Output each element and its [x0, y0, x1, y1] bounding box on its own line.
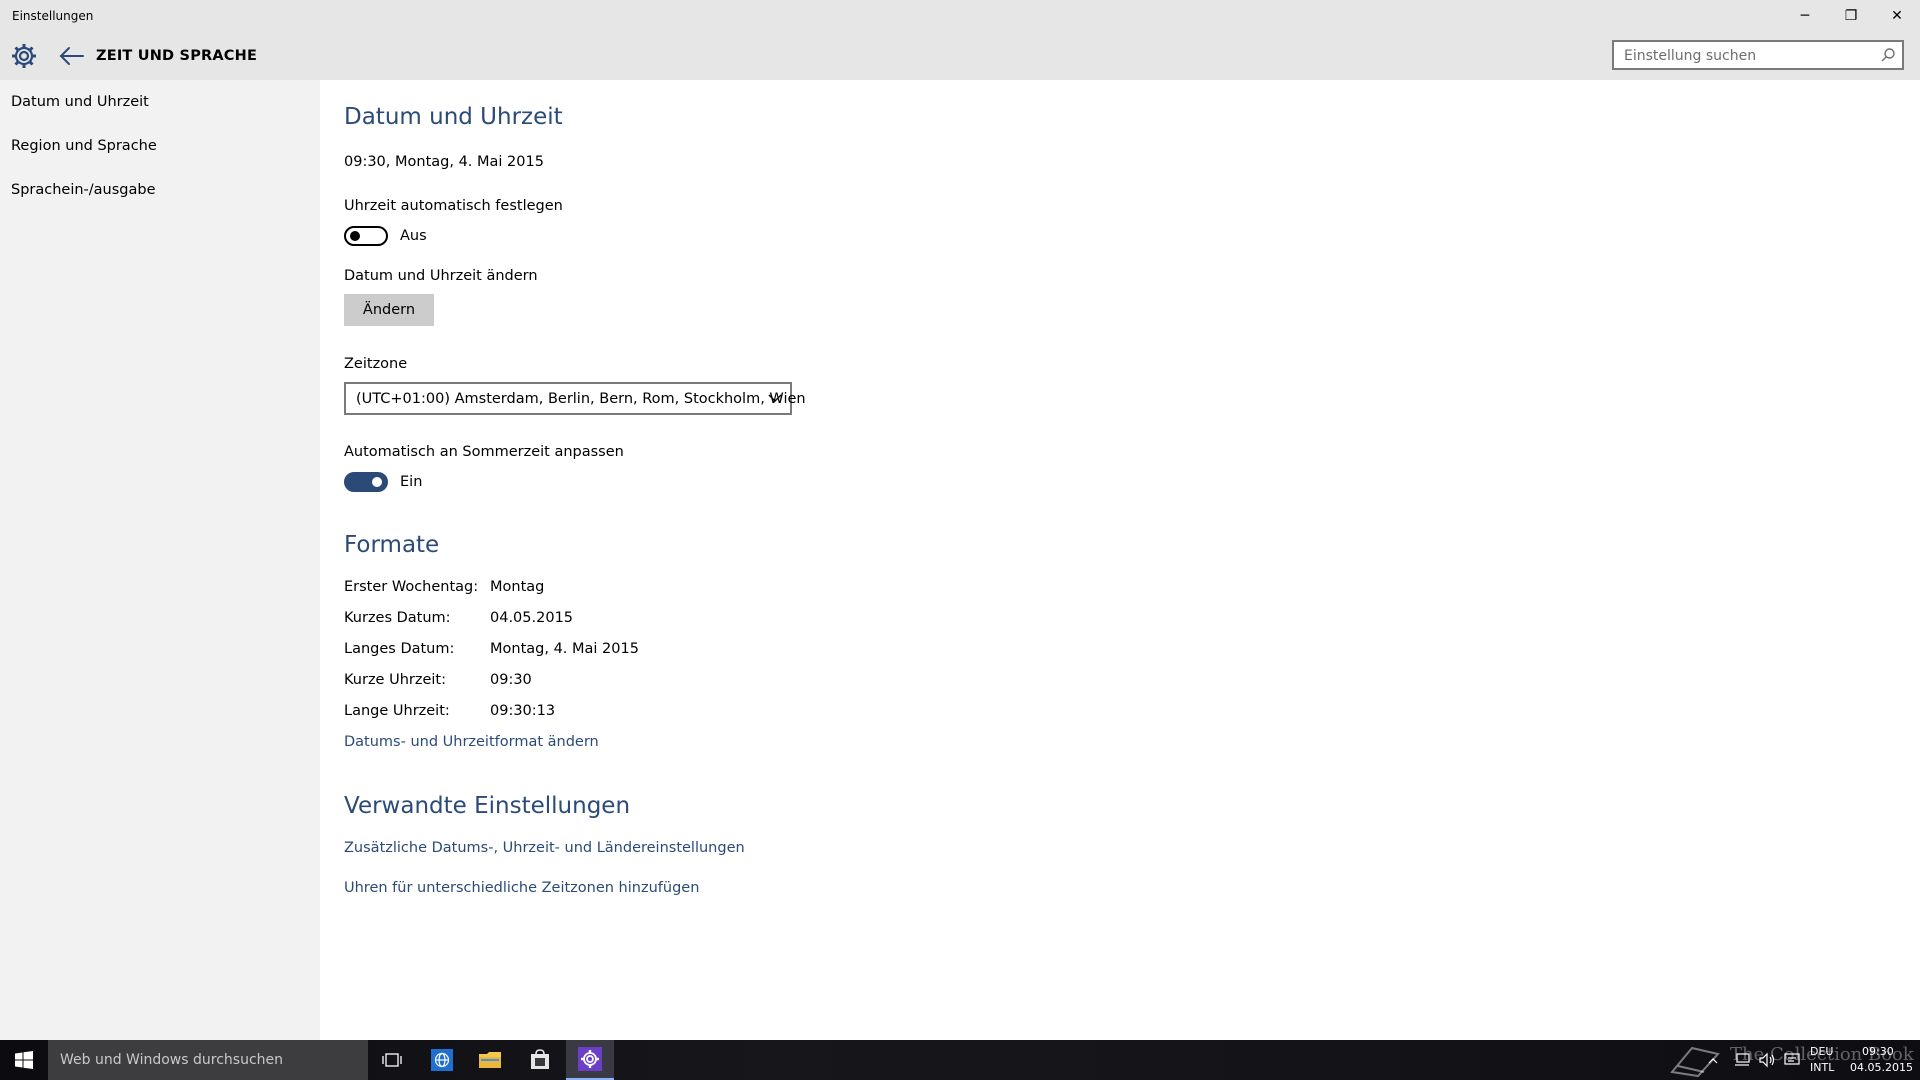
input-language[interactable]: DEU	[1810, 1045, 1833, 1058]
auto-time-label: Uhrzeit automatisch festlegen	[344, 198, 563, 214]
format-row-first-weekday: Erster Wochentag: Montag	[344, 579, 844, 599]
change-format-link[interactable]: Datums- und Uhrzeitformat ändern	[344, 734, 599, 750]
current-datetime: 09:30, Montag, 4. Mai 2015	[344, 154, 544, 170]
taskbar-search-box[interactable]: Web und Windows durchsuchen	[48, 1040, 368, 1080]
settings-taskbar-button[interactable]	[566, 1040, 614, 1080]
title-bar: Einstellungen ─ ❐ ✕	[0, 0, 1920, 32]
section-heading-related: Verwandte Einstellungen	[344, 793, 631, 819]
timezone-dropdown[interactable]: (UTC+01:00) Amsterdam, Berlin, Bern, Rom…	[344, 382, 806, 415]
format-value: Montag, 4. Mai 2015	[490, 641, 639, 657]
windows-logo-icon	[15, 1051, 33, 1069]
timezone-label: Zeitzone	[344, 356, 408, 372]
chevron-up-icon[interactable]	[1708, 1058, 1718, 1064]
minimize-button[interactable]: ─	[1782, 0, 1828, 32]
settings-search-box[interactable]	[1612, 40, 1904, 70]
globe-icon	[431, 1049, 453, 1071]
toggle-knob	[372, 477, 382, 487]
sidebar: Datum und Uhrzeit Region und Sprache Spr…	[0, 80, 320, 1040]
auto-time-toggle[interactable]	[344, 226, 388, 246]
file-explorer-taskbar-button[interactable]	[466, 1040, 514, 1080]
format-label: Lange Uhrzeit:	[344, 703, 450, 719]
format-label: Kurze Uhrzeit:	[344, 672, 446, 688]
add-clocks-link[interactable]: Uhren für unterschiedliche Zeitzonen hin…	[344, 880, 699, 896]
additional-settings-link[interactable]: Zusätzliche Datums-, Uhrzeit- und Länder…	[344, 840, 745, 856]
format-value: 09:30:13	[490, 703, 556, 719]
sidebar-item-datum-und-uhrzeit[interactable]: Datum und Uhrzeit	[11, 94, 149, 110]
search-icon[interactable]	[1880, 47, 1896, 63]
dst-toggle[interactable]	[344, 472, 388, 492]
clock-time[interactable]: 09:30	[1862, 1045, 1894, 1058]
toggle-knob	[350, 231, 360, 241]
start-button[interactable]	[0, 1040, 48, 1080]
keyboard-layout[interactable]: INTL	[1810, 1061, 1834, 1074]
change-datetime-label: Datum und Uhrzeit ändern	[344, 268, 538, 284]
task-view-button[interactable]	[368, 1040, 416, 1080]
back-arrow-icon[interactable]	[58, 44, 86, 68]
restore-button[interactable]: ❐	[1828, 0, 1874, 32]
settings-header: ZEIT UND SPRACHE	[0, 32, 1920, 80]
format-label: Langes Datum:	[344, 641, 455, 657]
chevron-down-icon	[768, 394, 782, 402]
settings-search-input[interactable]	[1622, 42, 1876, 70]
format-row-short-time: Kurze Uhrzeit: 09:30	[344, 672, 844, 692]
dst-label: Automatisch an Sommerzeit anpassen	[344, 444, 624, 460]
auto-time-state: Aus	[400, 228, 427, 244]
format-value: Montag	[490, 579, 545, 595]
gear-icon[interactable]	[10, 42, 38, 70]
browser-taskbar-button[interactable]	[418, 1040, 466, 1080]
dst-state: Ein	[400, 474, 423, 490]
main-content: Datum und Uhrzeit 09:30, Montag, 4. Mai …	[344, 80, 1904, 1040]
format-row-short-date: Kurzes Datum: 04.05.2015	[344, 610, 844, 630]
store-bag-icon	[531, 1049, 549, 1069]
gear-icon	[578, 1047, 602, 1071]
store-taskbar-button[interactable]	[516, 1040, 564, 1080]
section-heading-datetime: Datum und Uhrzeit	[344, 104, 563, 130]
sidebar-item-spracheingabe[interactable]: Sprachein-/ausgabe	[11, 182, 156, 198]
close-button[interactable]: ✕	[1874, 0, 1920, 32]
page-title: ZEIT UND SPRACHE	[96, 48, 258, 64]
format-row-long-date: Langes Datum: Montag, 4. Mai 2015	[344, 641, 844, 661]
format-value: 04.05.2015	[490, 610, 574, 626]
format-label: Kurzes Datum:	[344, 610, 451, 626]
window-title: Einstellungen	[12, 9, 94, 23]
format-value: 09:30	[490, 672, 532, 688]
task-view-icon	[382, 1053, 402, 1067]
change-datetime-button[interactable]: Ändern	[344, 294, 434, 326]
clock-date[interactable]: 04.05.2015	[1850, 1061, 1913, 1074]
sidebar-item-region-und-sprache[interactable]: Region und Sprache	[11, 138, 157, 154]
format-label: Erster Wochentag:	[344, 579, 479, 595]
timezone-selected: (UTC+01:00) Amsterdam, Berlin, Bern, Rom…	[356, 391, 806, 407]
section-heading-formats: Formate	[344, 532, 440, 558]
format-row-long-time: Lange Uhrzeit: 09:30:13	[344, 703, 844, 723]
taskbar-search-placeholder: Web und Windows durchsuchen	[60, 1052, 284, 1068]
folder-icon	[479, 1052, 501, 1068]
taskbar: Web und Windows durchsuchen The Collecti…	[0, 1040, 1920, 1080]
